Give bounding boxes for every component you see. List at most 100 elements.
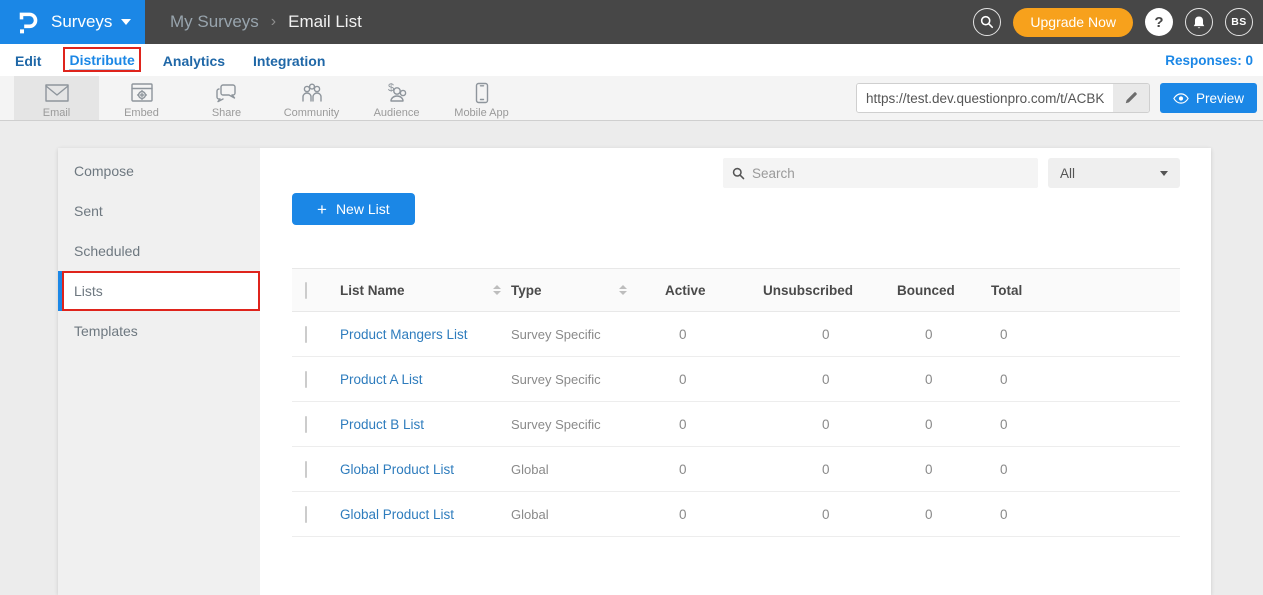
page-body: Compose SentScheduled Lists Templates All + bbox=[0, 121, 1263, 595]
table-row: Product A ListSurvey Specific0000 bbox=[292, 357, 1180, 402]
nav-tab-analytics[interactable]: Analytics bbox=[163, 44, 225, 76]
search-icon bbox=[980, 15, 994, 29]
header-actions: Upgrade Now ? BS bbox=[973, 0, 1263, 44]
channel-tab-community[interactable]: Community bbox=[269, 76, 354, 120]
channel-tab-share[interactable]: Share bbox=[184, 76, 269, 120]
primary-nav-items: Edit Distribute Analytics Integration bbox=[15, 44, 325, 76]
column-header-list-name: List Name bbox=[340, 283, 405, 298]
nav-tab-distribute[interactable]: Distribute bbox=[69, 44, 134, 76]
nav-tab-integration[interactable]: Integration bbox=[253, 44, 325, 76]
product-menu-label: Surveys bbox=[51, 12, 112, 32]
total-count-cell: 0 bbox=[969, 327, 1180, 342]
table-row: Global Product ListGlobal0000 bbox=[292, 492, 1180, 537]
column-header-active: Active bbox=[665, 283, 706, 298]
sidebar-item-sent[interactable]: Sent bbox=[58, 191, 260, 231]
channel-tab-mobile-app[interactable]: Mobile App bbox=[439, 76, 524, 120]
table-row: Product Mangers ListSurvey Specific0000 bbox=[292, 312, 1180, 357]
search-button[interactable] bbox=[973, 8, 1001, 36]
total-count-cell: 0 bbox=[969, 507, 1180, 522]
channel-tab-label: Audience bbox=[374, 107, 420, 119]
responses-count: Responses: 0 bbox=[1165, 53, 1253, 68]
email-sidebar: Compose SentScheduled Lists Templates bbox=[58, 148, 260, 595]
sidebar-item-label: Lists bbox=[74, 283, 103, 299]
table-row: Product B ListSurvey Specific0000 bbox=[292, 402, 1180, 447]
question-mark-icon: ? bbox=[1154, 14, 1163, 31]
lists-table: List Name Type Active Unsubscribed Bounc… bbox=[292, 268, 1180, 537]
sidebar-item-label: Templates bbox=[74, 323, 138, 339]
active-count-cell: 0 bbox=[649, 462, 749, 477]
list-search-input[interactable] bbox=[752, 166, 1029, 181]
share-icon bbox=[214, 82, 240, 104]
row-checkbox[interactable] bbox=[305, 461, 307, 478]
new-list-button[interactable]: + New List bbox=[292, 193, 415, 225]
top-header-bar: Surveys My Surveys › Email List Upgrade … bbox=[0, 0, 1263, 44]
column-header-bounced: Bounced bbox=[897, 283, 955, 298]
pencil-icon bbox=[1124, 91, 1138, 105]
column-header-total: Total bbox=[991, 283, 1022, 298]
channel-tab-label: Embed bbox=[124, 107, 159, 119]
help-button[interactable]: ? bbox=[1145, 8, 1173, 36]
active-count-cell: 0 bbox=[649, 417, 749, 432]
sort-icon[interactable] bbox=[619, 285, 627, 295]
breadcrumb-separator: › bbox=[271, 13, 276, 31]
list-type-filter-select[interactable]: All bbox=[1048, 158, 1180, 188]
row-checkbox[interactable] bbox=[305, 371, 307, 388]
preview-button-label: Preview bbox=[1196, 91, 1244, 106]
sidebar-item-compose[interactable]: Compose bbox=[58, 151, 260, 191]
total-count-cell: 0 bbox=[969, 462, 1180, 477]
lists-table-body: Product Mangers ListSurvey Specific0000P… bbox=[292, 312, 1180, 537]
select-all-checkbox[interactable] bbox=[305, 282, 307, 299]
unsubscribed-count-cell: 0 bbox=[749, 372, 874, 387]
upgrade-now-button[interactable]: Upgrade Now bbox=[1013, 8, 1133, 37]
total-count-cell: 0 bbox=[969, 417, 1180, 432]
survey-nav-bar: Edit Distribute Analytics Integration Respo… bbox=[0, 44, 1263, 76]
channel-tab-audience[interactable]: $ Audience bbox=[354, 76, 439, 120]
list-name-link[interactable]: Product B List bbox=[340, 417, 424, 432]
product-switcher[interactable]: Surveys bbox=[0, 0, 145, 44]
embed-icon bbox=[130, 82, 154, 104]
list-name-link[interactable]: Global Product List bbox=[340, 507, 454, 522]
unsubscribed-count-cell: 0 bbox=[749, 507, 874, 522]
eye-icon bbox=[1173, 93, 1189, 104]
chevron-down-icon bbox=[1160, 171, 1168, 176]
nav-tab-edit[interactable]: Edit bbox=[15, 44, 41, 76]
lists-content: All + New List List Name Type bbox=[260, 148, 1211, 595]
list-name-link[interactable]: Global Product List bbox=[340, 462, 454, 477]
plus-icon: + bbox=[317, 201, 327, 218]
active-count-cell: 0 bbox=[649, 507, 749, 522]
search-icon bbox=[732, 167, 745, 180]
channel-tab-email[interactable]: Email bbox=[14, 76, 99, 120]
edit-url-button[interactable] bbox=[1113, 84, 1149, 112]
row-checkbox[interactable] bbox=[305, 416, 307, 433]
new-list-button-label: New List bbox=[336, 201, 390, 217]
preview-button[interactable]: Preview bbox=[1160, 83, 1257, 113]
user-avatar[interactable]: BS bbox=[1225, 8, 1253, 36]
survey-url-input[interactable] bbox=[857, 84, 1113, 112]
sidebar-item-label: Compose bbox=[74, 163, 134, 179]
sort-icon[interactable] bbox=[493, 285, 501, 295]
sidebar-item-templates[interactable]: Templates bbox=[58, 311, 260, 351]
nav-tab-label: Analytics bbox=[163, 51, 225, 70]
channel-tab-embed[interactable]: Embed bbox=[99, 76, 184, 120]
list-name-link[interactable]: Product Mangers List bbox=[340, 327, 468, 342]
list-filter-row: All bbox=[292, 158, 1180, 188]
active-count-cell: 0 bbox=[649, 327, 749, 342]
list-type-cell: Survey Specific bbox=[505, 327, 649, 342]
chevron-down-icon bbox=[121, 19, 131, 25]
column-header-type: Type bbox=[511, 283, 542, 298]
bounced-count-cell: 0 bbox=[874, 417, 969, 432]
nav-tab-label: Edit bbox=[15, 51, 41, 70]
row-checkbox[interactable] bbox=[305, 506, 307, 523]
row-checkbox[interactable] bbox=[305, 326, 307, 343]
sidebar-item-scheduled[interactable]: Scheduled bbox=[58, 231, 260, 271]
lists-table-header: List Name Type Active Unsubscribed Bounc… bbox=[292, 268, 1180, 312]
svg-text:$: $ bbox=[388, 82, 394, 94]
channel-tab-label: Share bbox=[212, 107, 241, 119]
notifications-button[interactable] bbox=[1185, 8, 1213, 36]
bounced-count-cell: 0 bbox=[874, 327, 969, 342]
breadcrumb: My Surveys › Email List bbox=[170, 0, 362, 44]
list-name-link[interactable]: Product A List bbox=[340, 372, 423, 387]
active-count-cell: 0 bbox=[649, 372, 749, 387]
breadcrumb-parent-link[interactable]: My Surveys bbox=[170, 12, 259, 32]
sidebar-item-lists[interactable]: Lists bbox=[58, 271, 260, 311]
